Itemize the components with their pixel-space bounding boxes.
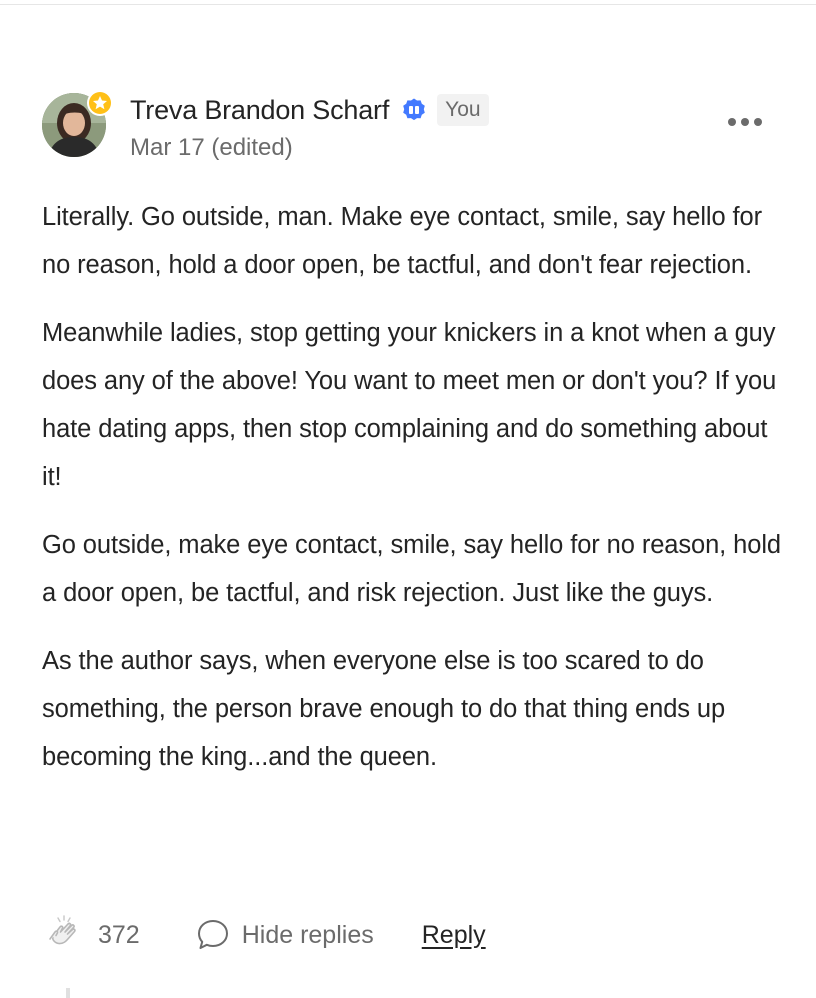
avatar-wrapper[interactable]: [42, 90, 113, 157]
clap-button[interactable]: 372: [42, 913, 140, 957]
author-line: Treva Brandon Scharf You: [130, 90, 489, 130]
more-options-icon: [728, 118, 736, 126]
you-badge: You: [437, 94, 489, 126]
comment-paragraph: As the author says, when everyone else i…: [42, 647, 726, 771]
comment-date: Mar 17 (edited): [130, 134, 293, 161]
hide-replies-button[interactable]: Hide replies: [196, 918, 374, 952]
top-divider: [0, 4, 816, 5]
comment-paragraph: Literally. Go outside, man. Make eye con…: [42, 203, 763, 279]
author-name[interactable]: Treva Brandon Scharf: [130, 95, 389, 126]
comment-paragraph: Go outside, make eye contact, smile, say…: [42, 531, 781, 607]
speech-bubble-icon: [197, 920, 228, 949]
thread-line: [66, 988, 70, 998]
more-options-icon-dot: [741, 118, 749, 126]
verified-badge-icon: [403, 98, 425, 121]
reply-link[interactable]: Reply: [422, 921, 486, 950]
more-options-button[interactable]: [728, 114, 762, 130]
member-star-icon: [87, 90, 113, 116]
clap-count: 372: [98, 920, 140, 949]
clap-icon: [49, 915, 76, 945]
more-options-icon-dot: [754, 118, 762, 126]
comment-page: Treva Brandon Scharf You Mar 17 (edited)…: [0, 0, 816, 998]
comment-header: Treva Brandon Scharf You Mar 17 (edited): [42, 88, 782, 168]
hide-replies-label: Hide replies: [241, 920, 374, 949]
comment-body: Literally. Go outside, man. Make eye con…: [42, 193, 782, 801]
comment-card: Treva Brandon Scharf You Mar 17 (edited)…: [42, 88, 782, 949]
comment-paragraph: Meanwhile ladies, stop getting your knic…: [42, 319, 777, 491]
comment-actions: 372 Hide replies Reply: [42, 910, 782, 960]
